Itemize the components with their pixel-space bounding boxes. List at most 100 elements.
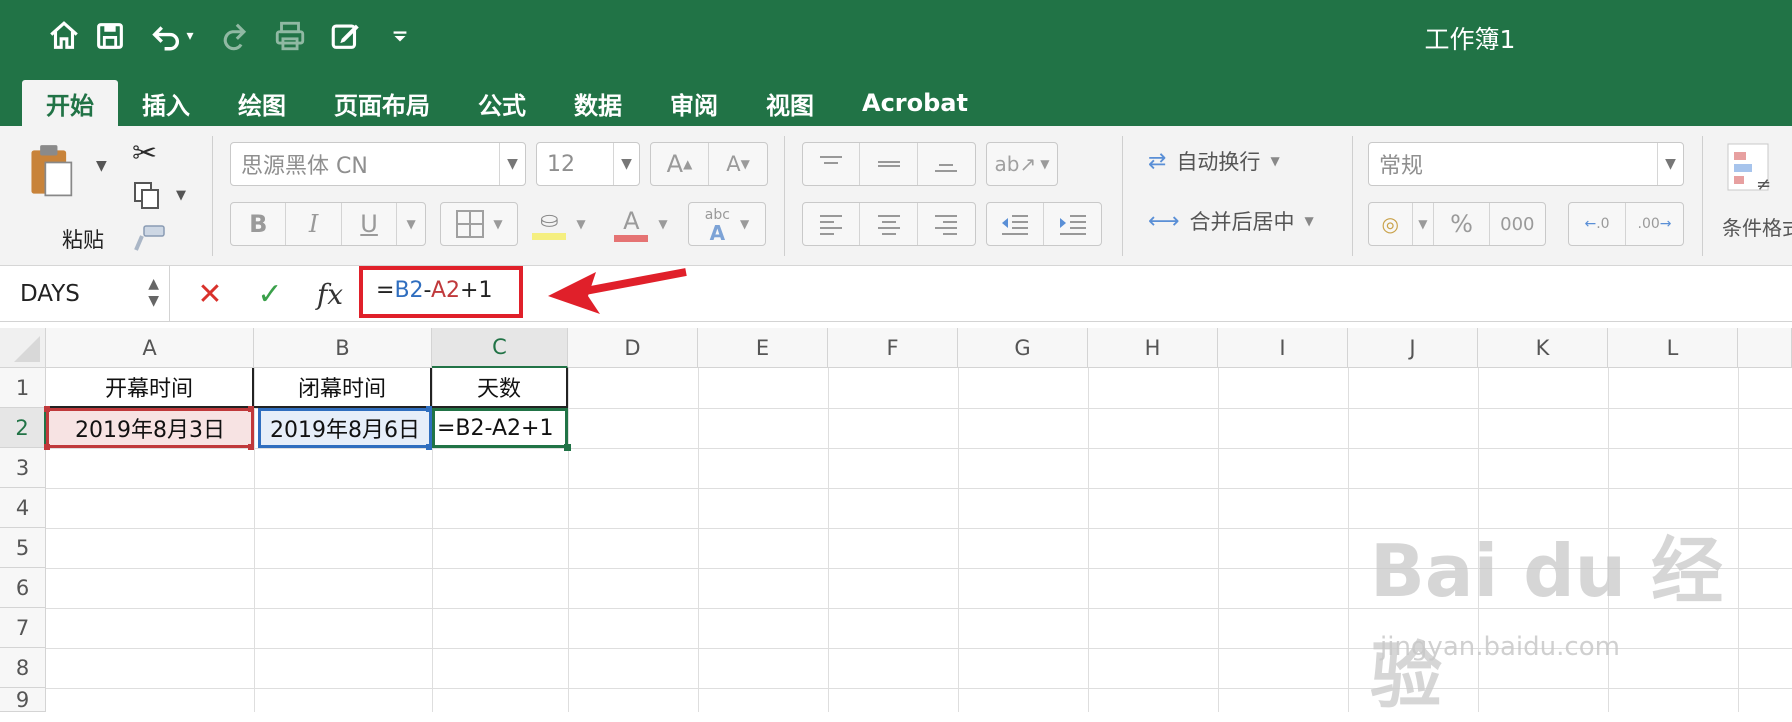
merge-center-button[interactable]: ⟷ 合并后居中 ▼ [1148,206,1314,236]
row-header-9[interactable]: 9 [0,688,46,712]
accounting-format-icon[interactable]: ◎ [1369,203,1413,245]
row-header-8[interactable]: 8 [0,648,46,688]
formula-input[interactable]: =B2-A2+1 [376,278,492,303]
name-box-spinner-icon[interactable]: ▲ ▼ [148,276,159,310]
watermark-brand: Bai du 经验 [1370,529,1724,718]
row-header-1[interactable]: 1 [0,368,46,408]
undo-dropdown-icon[interactable]: ▾ [180,16,200,56]
increase-font-size-button[interactable]: A ▲ [651,143,709,185]
cancel-icon[interactable]: ✕ [190,274,230,314]
separator [1352,136,1353,256]
conditional-format-icon[interactable]: ≠ [1726,142,1772,195]
cell-c1[interactable]: 天数 [432,368,568,408]
column-header-c[interactable]: C [432,328,568,368]
cut-icon[interactable]: ✂ [132,136,157,171]
font-name-select[interactable]: 思源黑体 CN ▼ [230,142,526,186]
formula-ref-a2: A2 [431,278,461,303]
row-header-3[interactable]: 3 [0,448,46,488]
underline-dropdown-icon[interactable]: ▼ [397,203,425,245]
paste-button[interactable]: ▼ 粘贴 [22,140,107,252]
copy-dropdown-icon[interactable]: ▼ [176,188,186,203]
tab-view[interactable]: 视图 [742,80,838,126]
cell-a1[interactable]: 开幕时间 [46,368,254,408]
font-size-select[interactable]: 12 ▼ [536,142,640,186]
number-format-select[interactable]: 常规 ▼ [1368,142,1684,186]
italic-button[interactable]: I [286,203,342,245]
tab-acrobat[interactable]: Acrobat [838,80,992,126]
enter-icon[interactable]: ✓ [250,274,290,314]
align-center-icon[interactable] [860,203,918,245]
title-bar: ▾ 工作簿1 开始 插入 绘图 页面布局 公式 数据 审阅 视图 Acrobat [0,0,1792,126]
customize-icon[interactable] [380,16,420,56]
tab-data[interactable]: 数据 [550,80,646,126]
column-header-h[interactable]: H [1088,328,1218,368]
align-right-icon[interactable] [918,203,975,245]
increase-decimal-button[interactable]: ← .0 [1569,203,1627,245]
fill-handle[interactable] [564,444,571,451]
insert-function-button[interactable]: fx [310,274,350,314]
percent-style-button[interactable]: % [1434,203,1490,245]
select-all-corner[interactable] [0,328,46,368]
edit-icon[interactable] [326,16,366,56]
redo-icon[interactable] [214,16,254,56]
row-header-6[interactable]: 6 [0,568,46,608]
borders-button[interactable]: ▼ [440,202,518,246]
tab-review[interactable]: 审阅 [646,80,742,126]
name-box[interactable]: DAYS ▲ ▼ [0,266,170,322]
wrap-text-icon: ⇄ [1148,148,1167,174]
underline-button[interactable]: U [342,203,398,245]
tab-home[interactable]: 开始 [22,80,118,126]
tab-formulas[interactable]: 公式 [454,80,550,126]
home-icon[interactable] [44,16,84,56]
bold-button[interactable]: B [231,203,287,245]
cell-a2[interactable]: 2019年8月3日 [46,408,254,448]
accounting-dropdown-icon[interactable]: ▼ [1413,203,1435,245]
row-header-7[interactable]: 7 [0,608,46,648]
column-header-a[interactable]: A [46,328,254,368]
column-header-g[interactable]: G [958,328,1088,368]
align-left-icon[interactable] [803,203,861,245]
row-header-4[interactable]: 4 [0,488,46,528]
print-icon[interactable] [270,16,310,56]
font-color-button[interactable]: A ▼ [604,202,678,246]
phonetic-button[interactable]: abc A ▼ [688,202,766,246]
copy-icon[interactable] [134,182,160,210]
align-middle-icon[interactable] [860,143,918,185]
column-header-b[interactable]: B [254,328,432,368]
save-icon[interactable] [90,16,130,56]
align-top-icon[interactable] [803,143,861,185]
column-header-f[interactable]: F [828,328,958,368]
row-header-5[interactable]: 5 [0,528,46,568]
column-header-k[interactable]: K [1478,328,1608,368]
fill-color-button[interactable]: ⛀ ▼ [524,202,594,246]
font-color-letter: A [623,206,640,235]
conditional-format-label[interactable]: 条件格式 [1722,212,1792,241]
column-header-i[interactable]: I [1218,328,1348,368]
column-header-j[interactable]: J [1348,328,1478,368]
column-header-m[interactable] [1738,328,1792,368]
align-bottom-icon[interactable] [918,143,975,185]
column-header-d[interactable]: D [568,328,698,368]
format-painter-icon[interactable] [132,224,166,254]
tab-draw[interactable]: 绘图 [214,80,310,126]
paste-label: 粘贴 [62,228,104,252]
increase-indent-icon[interactable] [1044,203,1101,245]
orientation-button[interactable]: ab↗ ▼ [986,142,1058,186]
chevron-down-icon: ▼ [1657,143,1683,185]
merge-center-icon: ⟷ [1148,208,1180,234]
column-header-e[interactable]: E [698,328,828,368]
wrap-text-button[interactable]: ⇄ 自动换行 ▼ [1148,146,1280,176]
comma-style-button[interactable]: 000 [1490,203,1545,245]
cell-b2[interactable]: 2019年8月6日 [258,408,432,448]
decrease-decimal-button[interactable]: .00 → [1626,203,1683,245]
cell-c2[interactable]: =B2-A2+1 [432,408,568,448]
cell-b1[interactable]: 闭幕时间 [254,368,432,408]
text-orientation-icon: ab↗ [994,152,1037,176]
paste-dropdown-icon[interactable]: ▼ [96,158,107,174]
tab-insert[interactable]: 插入 [118,80,214,126]
tab-page-layout[interactable]: 页面布局 [310,80,454,126]
column-header-l[interactable]: L [1608,328,1738,368]
row-header-2[interactable]: 2 [0,408,46,448]
decrease-font-size-button[interactable]: A ▼ [709,143,767,185]
decrease-indent-icon[interactable] [987,203,1045,245]
